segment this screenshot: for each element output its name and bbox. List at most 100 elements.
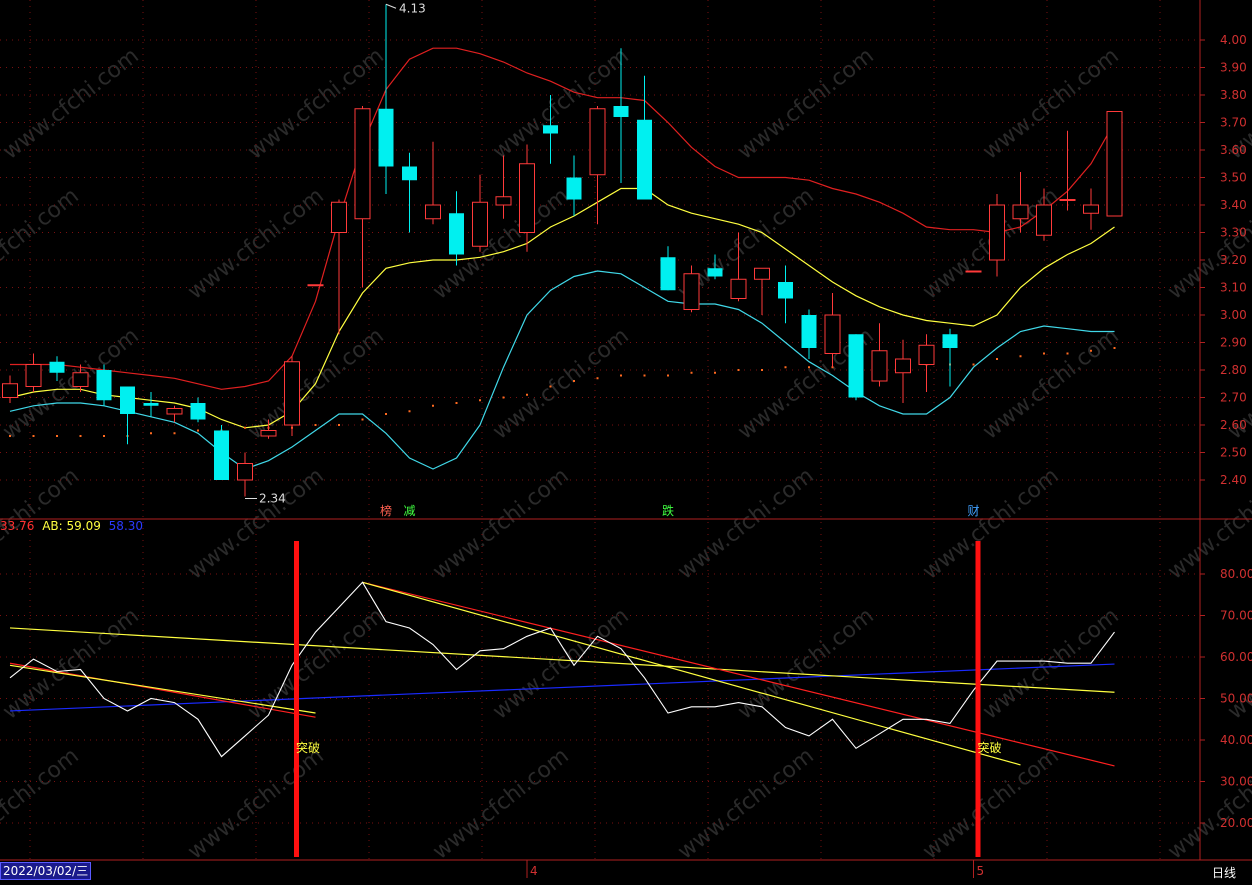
y-tick-label: 3.60 bbox=[1220, 143, 1247, 157]
low-annotation-label: 2.34 bbox=[259, 492, 286, 506]
sar-dot bbox=[197, 429, 199, 432]
candle-body bbox=[214, 430, 229, 480]
candle-body bbox=[1036, 204, 1052, 236]
candle-body bbox=[848, 334, 864, 398]
sar-dot bbox=[596, 377, 599, 380]
breakout-signal-label: 突破 bbox=[296, 740, 320, 755]
y-tick-label: 2.40 bbox=[1220, 473, 1247, 487]
y-tick-label: 70.00 bbox=[1220, 609, 1252, 623]
sar-dot bbox=[479, 399, 481, 402]
watermark-text: www.cfchi.com bbox=[488, 603, 633, 724]
candle-body bbox=[613, 106, 629, 117]
watermark-text: www.cfchi.com bbox=[0, 323, 144, 444]
event-label: 榜 bbox=[380, 503, 392, 518]
sar-dot bbox=[761, 369, 763, 371]
candle-body bbox=[237, 463, 253, 481]
candle-body bbox=[2, 383, 18, 398]
y-tick-label: 3.80 bbox=[1220, 88, 1247, 102]
sar-dot bbox=[714, 371, 716, 374]
watermark-text: www.cfchi.com bbox=[918, 743, 1063, 864]
high-annotation-label: 4.13 bbox=[399, 1, 426, 15]
candle-body bbox=[25, 364, 42, 387]
candle-body bbox=[354, 108, 371, 220]
sar-dot bbox=[150, 432, 152, 435]
y-tick-label: 3.10 bbox=[1220, 281, 1247, 295]
candle-body bbox=[637, 119, 652, 200]
candle-body bbox=[472, 201, 488, 247]
watermark-text: www.cfchi.com bbox=[183, 463, 328, 584]
y-tick-label: 3.20 bbox=[1220, 253, 1247, 267]
sar-dot bbox=[56, 435, 58, 437]
candle-body bbox=[378, 108, 394, 167]
legend-ab-value: AB: 59.09 bbox=[42, 519, 101, 533]
sar-dot bbox=[996, 358, 998, 360]
candle-body bbox=[566, 177, 582, 200]
sar-dot bbox=[643, 374, 646, 377]
watermark-text: www.cfchi.com bbox=[733, 43, 878, 164]
y-tick-label: 2.90 bbox=[1220, 336, 1247, 350]
candle-body bbox=[660, 257, 676, 291]
period-label[interactable]: 日线 bbox=[1212, 864, 1236, 881]
sar-dot bbox=[502, 396, 505, 399]
watermark-text: www.cfchi.com bbox=[488, 323, 633, 444]
watermark-text: www.cfchi.com bbox=[243, 603, 388, 724]
sar-dot bbox=[526, 393, 528, 396]
candle-body bbox=[284, 361, 300, 426]
watermark-text: www.cfchi.com bbox=[183, 183, 328, 304]
y-tick-label: 80.00 bbox=[1220, 567, 1252, 581]
sar-dot bbox=[338, 424, 340, 426]
sar-dot bbox=[549, 385, 552, 388]
candle-body bbox=[754, 267, 770, 280]
y-tick-label: 3.30 bbox=[1220, 226, 1247, 240]
watermark-text: www.cfchi.com bbox=[428, 743, 573, 864]
watermark-text: www.cfchi.com bbox=[428, 463, 573, 584]
candle-body bbox=[683, 273, 700, 310]
bottom-tabs-strip[interactable] bbox=[0, 880, 1200, 885]
y-tick-label: 2.70 bbox=[1220, 391, 1247, 405]
sar-dot bbox=[784, 366, 787, 369]
y-tick-label: 3.90 bbox=[1220, 61, 1247, 75]
watermark-text: www.cfchi.com bbox=[733, 603, 878, 724]
candle-body bbox=[730, 278, 747, 299]
candle-body bbox=[190, 403, 206, 420]
y-tick-label: 3.50 bbox=[1220, 171, 1247, 185]
candle-body bbox=[402, 166, 417, 181]
candle-body bbox=[260, 430, 277, 437]
candle-body bbox=[495, 196, 512, 206]
sar-dot bbox=[79, 435, 82, 437]
y-tick-label: 40.00 bbox=[1220, 733, 1252, 747]
candle-body bbox=[120, 386, 135, 414]
chart-canvas[interactable]: www.cfchi.com www.cfchi.com www.cfchi.com w… bbox=[0, 0, 1252, 885]
x-axis-label: 5 bbox=[977, 864, 985, 878]
down-yellow-trend-line bbox=[362, 581, 1021, 766]
candle-body bbox=[49, 361, 65, 373]
sar-dot bbox=[737, 369, 740, 371]
sar-dot bbox=[244, 426, 246, 429]
candle-body bbox=[707, 268, 723, 277]
candle-body bbox=[1083, 204, 1099, 214]
candle-body bbox=[589, 108, 606, 176]
y-tick-label: 3.70 bbox=[1220, 116, 1247, 130]
sar-dot bbox=[314, 424, 317, 426]
sar-dot bbox=[32, 435, 35, 437]
watermark-text: www.cfchi.com bbox=[918, 463, 1063, 584]
watermark-text: www.cfchi.com bbox=[673, 743, 818, 864]
y-tick-label: 4.00 bbox=[1220, 33, 1247, 47]
down-red-trend-line bbox=[362, 581, 1115, 767]
sar-dot bbox=[573, 380, 575, 382]
watermark-text: www.cfchi.com bbox=[1163, 743, 1252, 864]
candle-body bbox=[331, 201, 347, 233]
candle-body bbox=[72, 372, 89, 387]
sar-dot bbox=[432, 404, 434, 407]
candle-body bbox=[895, 358, 911, 374]
candle-body bbox=[96, 370, 112, 401]
watermark-text: www.cfchi.com bbox=[0, 743, 84, 864]
sar-dot bbox=[1113, 347, 1116, 349]
candle-body bbox=[307, 284, 324, 287]
sar-dot bbox=[620, 374, 622, 377]
y-tick-label: 3.40 bbox=[1220, 198, 1247, 212]
candle-body bbox=[543, 125, 558, 134]
candle-body bbox=[989, 204, 1005, 261]
candle-body bbox=[824, 314, 841, 354]
sar-dot bbox=[408, 410, 411, 413]
